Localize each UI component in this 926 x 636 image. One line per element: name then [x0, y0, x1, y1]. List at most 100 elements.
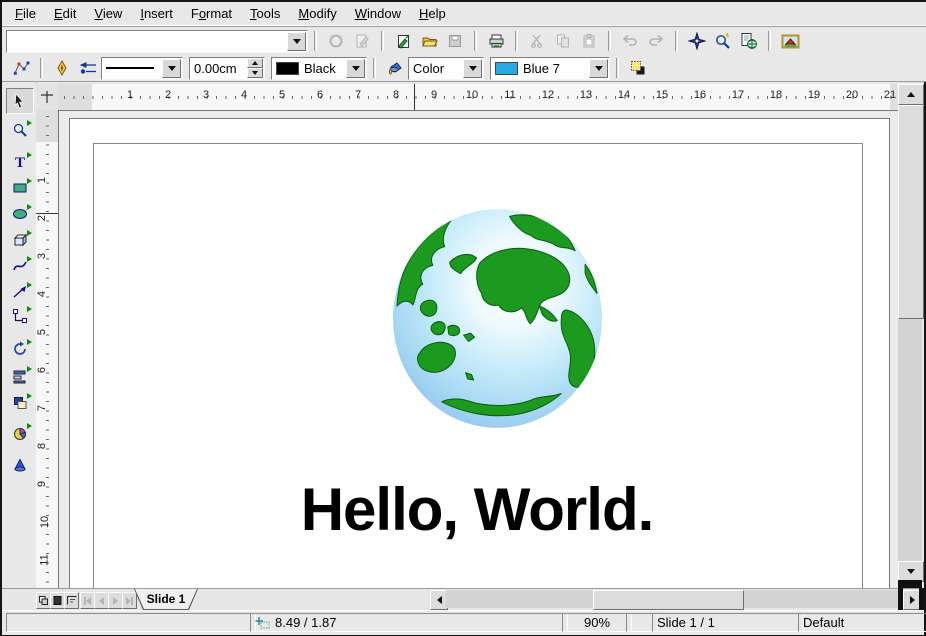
- scroll-up-icon: [907, 92, 915, 97]
- globe-image[interactable]: [390, 206, 605, 431]
- menu-help[interactable]: Help: [410, 4, 455, 23]
- layer-view-button[interactable]: [64, 592, 79, 609]
- status-zoom-field[interactable]: 90%: [562, 613, 632, 632]
- magnifier-icon: [12, 122, 28, 138]
- scroll-up-button[interactable]: [898, 84, 924, 105]
- area-dialog-button[interactable]: [382, 55, 408, 81]
- vertical-ruler: 123456789101112: [36, 110, 59, 588]
- open-button[interactable]: [416, 28, 442, 54]
- vertical-scroll-thumb[interactable]: [898, 105, 924, 319]
- gallery-button[interactable]: [777, 28, 803, 54]
- spin-up-button[interactable]: [247, 58, 263, 68]
- line-color-dropdown-button[interactable]: [346, 59, 365, 78]
- arrow-style-icon: [78, 60, 98, 76]
- tool-rectangle-button[interactable]: [6, 175, 34, 201]
- separator: [381, 31, 384, 51]
- effects-3d-icon: [12, 457, 28, 473]
- menu-view[interactable]: View: [85, 4, 131, 23]
- separator: [373, 58, 376, 78]
- edit-points-button[interactable]: [8, 55, 34, 81]
- window-gap: [919, 588, 924, 610]
- tool-insert-button[interactable]: [6, 420, 34, 446]
- tool-rotate-button[interactable]: [6, 336, 34, 362]
- drawing-canvas[interactable]: Hello, World.: [58, 110, 898, 589]
- tool-alignment-button[interactable]: [6, 363, 34, 389]
- v-ruler-number: 2: [36, 215, 48, 221]
- spin-down-button[interactable]: [247, 68, 263, 78]
- text-icon: T: [12, 154, 28, 170]
- flyout-flag-icon: [27, 204, 32, 210]
- chevron-down-icon: [168, 66, 176, 71]
- new-document-button[interactable]: [390, 28, 416, 54]
- shadow-icon: [630, 60, 646, 76]
- tool-curve-button[interactable]: [6, 253, 34, 279]
- stop-button: [323, 28, 349, 54]
- status-slide-field[interactable]: Slide 1 / 1: [652, 613, 804, 632]
- arrange-icon: [12, 395, 28, 411]
- tool-effects-button[interactable]: [6, 452, 34, 478]
- separator: [314, 31, 317, 51]
- tool-connector-button[interactable]: [6, 303, 34, 329]
- shadow-button[interactable]: [625, 55, 651, 81]
- flyout-flag-icon: [27, 120, 32, 126]
- slide-tab[interactable]: Slide 1: [134, 589, 198, 610]
- menu-insert[interactable]: Insert: [131, 4, 182, 23]
- status-style-field[interactable]: Default: [798, 613, 926, 632]
- undo-button: [617, 28, 643, 54]
- line-style-combobox[interactable]: [101, 57, 183, 80]
- menu-window[interactable]: Window: [346, 4, 410, 23]
- tool-3d-objects-button[interactable]: [6, 227, 34, 253]
- h-ruler-number: 21: [884, 89, 896, 101]
- first-slide-button: [80, 592, 95, 609]
- arrow-style-button[interactable]: [75, 55, 101, 81]
- line-color-combobox[interactable]: Black: [271, 57, 367, 80]
- fill-color-combobox[interactable]: Blue 7: [490, 57, 610, 80]
- v-ruler-number: 7: [36, 405, 48, 411]
- menu-file[interactable]: File: [6, 4, 45, 23]
- slide-tab-label[interactable]: Slide 1: [147, 592, 186, 606]
- status-position-field[interactable]: 8.49 / 1.87: [250, 613, 568, 632]
- navigator-button[interactable]: [684, 28, 710, 54]
- fill-style-dropdown-button[interactable]: [463, 59, 482, 78]
- line-style-dropdown-button[interactable]: [162, 59, 181, 78]
- horizontal-scroll-thumb[interactable]: [593, 590, 744, 610]
- horizontal-ruler: 123456789101112131415161718192021: [58, 84, 897, 111]
- zoom-button[interactable]: [710, 28, 736, 54]
- line-dialog-button[interactable]: [49, 55, 75, 81]
- tool-select-button[interactable]: [6, 88, 34, 114]
- menu-modify[interactable]: Modify: [289, 4, 345, 23]
- ruler-origin-button[interactable]: [36, 84, 58, 110]
- slide-view-button[interactable]: [36, 592, 51, 609]
- slide-view-icon: [39, 596, 48, 605]
- h-ruler-number: 6: [317, 89, 323, 101]
- separator: [768, 31, 771, 51]
- url-dropdown-button[interactable]: [287, 32, 306, 51]
- copy-icon: [555, 33, 571, 49]
- fill-color-value: Blue 7: [491, 61, 588, 76]
- menu-edit[interactable]: Edit: [45, 4, 85, 23]
- menu-tools[interactable]: Tools: [241, 4, 289, 23]
- scroll-down-icon: [907, 569, 915, 574]
- fill-color-dropdown-button[interactable]: [589, 59, 608, 78]
- line-width-spinner[interactable]: 0.00cm: [189, 57, 265, 80]
- master-view-button[interactable]: [50, 592, 65, 609]
- navigator-icon: [688, 32, 706, 50]
- tool-zoom-button[interactable]: [6, 117, 34, 143]
- h-ruler-number: 7: [355, 89, 361, 101]
- v-ruler-number: 11: [39, 554, 51, 565]
- print-button[interactable]: [483, 28, 509, 54]
- fill-style-combobox[interactable]: Color: [408, 57, 484, 80]
- tool-lines-arrows-button[interactable]: [6, 279, 34, 305]
- tool-arrange-button[interactable]: [6, 390, 34, 416]
- url-combobox[interactable]: [6, 30, 308, 53]
- menu-format[interactable]: Format: [182, 4, 241, 23]
- hyperlink-button[interactable]: [736, 28, 762, 54]
- line-width-value[interactable]: 0.00cm: [190, 61, 246, 76]
- slide-title-text[interactable]: Hello, World.: [93, 480, 861, 542]
- copy-button: [550, 28, 576, 54]
- tool-text-button[interactable]: T: [6, 149, 34, 175]
- scroll-down-button[interactable]: [898, 561, 924, 582]
- pen-icon: [55, 60, 69, 77]
- redo-icon: [647, 33, 665, 49]
- tool-ellipse-button[interactable]: [6, 201, 34, 227]
